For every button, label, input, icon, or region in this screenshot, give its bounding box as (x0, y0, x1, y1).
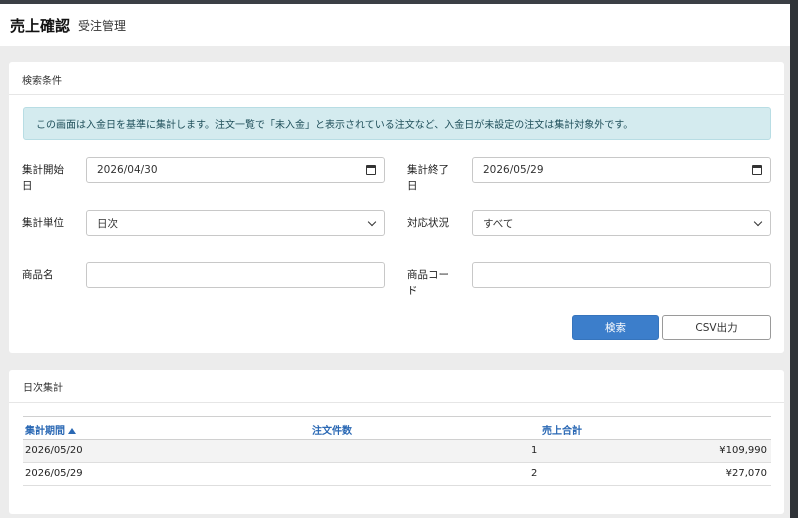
info-alert-text: この画面は入金日を基準に集計します。注文一覧で「未入金」と表示されている注文など… (36, 120, 634, 131)
table-row: 2026/05/20 1 ¥109,990 (23, 440, 771, 463)
results-panel: 日次集計 集計期間 注文件数 売上合計 2026/05/20 1 ¥109,99… (9, 370, 784, 514)
cell-orders: 1 (531, 445, 538, 456)
sort-ascending-icon (68, 428, 76, 434)
product-name-input[interactable] (86, 262, 385, 288)
search-panel: 検索条件 この画面は入金日を基準に集計します。注文一覧で「未入金」と表示されてい… (9, 62, 784, 353)
status-select-value: すべて (483, 217, 514, 230)
end-date-input[interactable]: 2026/05/29 (472, 157, 771, 183)
cell-total: ¥109,990 (719, 445, 767, 456)
chevron-down-icon (367, 217, 377, 227)
status-select[interactable]: すべて (472, 210, 771, 236)
column-total-header[interactable]: 売上合計 (542, 422, 582, 437)
end-date-label: 集計終了日 (407, 164, 449, 192)
unit-select-value: 日次 (97, 217, 118, 230)
product-code-input[interactable] (472, 262, 771, 288)
window-scrollbar[interactable] (790, 0, 798, 518)
cell-period: 2026/05/29 (25, 468, 83, 479)
column-period-header[interactable]: 集計期間 (25, 422, 76, 437)
page-title: 売上確認 (10, 16, 71, 35)
column-orders-header[interactable]: 注文件数 (312, 422, 352, 437)
cell-total: ¥27,070 (725, 468, 767, 479)
calendar-icon[interactable] (366, 165, 376, 175)
results-panel-divider (9, 402, 784, 403)
start-date-label: 集計開始日 (22, 164, 64, 192)
product-code-label: 商品コード (407, 269, 449, 297)
cell-orders: 2 (531, 468, 538, 479)
info-alert: この画面は入金日を基準に集計します。注文一覧で「未入金」と表示されている注文など… (23, 107, 771, 140)
page-header: 売上確認 受注管理 (0, 4, 790, 46)
product-name-label: 商品名 (22, 269, 54, 281)
search-panel-divider (9, 94, 784, 95)
chevron-down-icon (753, 217, 763, 227)
search-panel-title: 検索条件 (22, 76, 62, 87)
unit-select[interactable]: 日次 (86, 210, 385, 236)
table-row: 2026/05/29 2 ¥27,070 (23, 463, 771, 486)
results-table: 集計期間 注文件数 売上合計 2026/05/20 1 ¥109,990 202… (23, 416, 771, 486)
start-date-value: 2026/04/30 (97, 164, 158, 176)
start-date-input[interactable]: 2026/04/30 (86, 157, 385, 183)
table-header: 集計期間 注文件数 売上合計 (23, 416, 771, 440)
search-button[interactable]: 検索 (572, 315, 659, 340)
csv-export-button[interactable]: CSV出力 (662, 315, 771, 340)
calendar-icon[interactable] (752, 165, 762, 175)
unit-label: 集計単位 (22, 217, 64, 229)
results-panel-title: 日次集計 (23, 383, 63, 394)
end-date-value: 2026/05/29 (483, 164, 544, 176)
status-label: 対応状況 (407, 217, 449, 229)
page-subtitle: 受注管理 (78, 18, 127, 33)
cell-period: 2026/05/20 (25, 445, 83, 456)
